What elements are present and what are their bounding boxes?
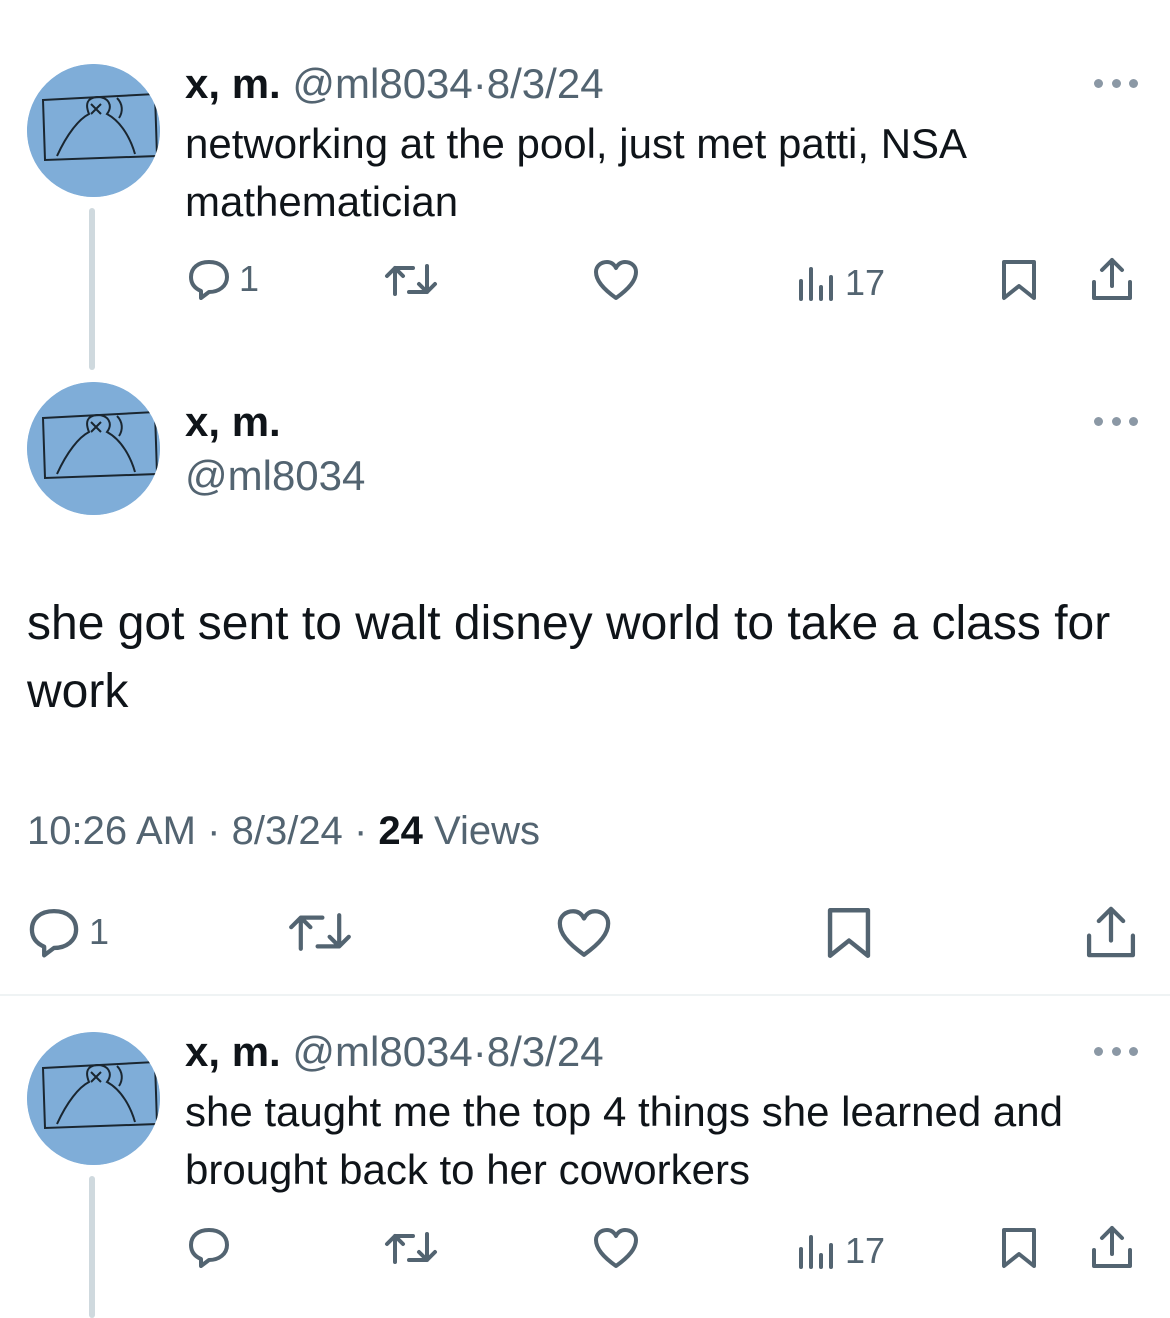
views-count: 24 xyxy=(378,809,423,853)
display-name[interactable]: x, m. xyxy=(185,60,281,107)
retweet-button[interactable] xyxy=(383,260,439,300)
tweet-header: x, m. @ml8034·8/3/24 xyxy=(185,58,604,110)
share-icon xyxy=(1086,906,1136,958)
like-icon xyxy=(594,260,638,300)
handle[interactable]: @ml8034 xyxy=(292,60,472,107)
tweet-text: she taught me the top 4 things she learn… xyxy=(185,1088,1063,1193)
share-icon xyxy=(1092,258,1132,300)
tweet-text: networking at the pool, just met patti, … xyxy=(185,120,965,225)
reply-button[interactable]: 1 xyxy=(187,258,259,300)
display-name[interactable]: x, m. xyxy=(185,1028,281,1075)
views-button[interactable]: 17 xyxy=(797,262,885,304)
display-name[interactable]: x, m. xyxy=(185,398,281,445)
tweet-metadata: 10:26 AM · 8/3/24 · 24 Views xyxy=(27,805,540,857)
like-button[interactable] xyxy=(592,1226,640,1270)
separator: · xyxy=(472,1028,487,1075)
reply-button[interactable] xyxy=(187,1226,231,1268)
more-icon[interactable] xyxy=(1094,76,1138,90)
avatar[interactable] xyxy=(27,64,160,197)
share-button[interactable] xyxy=(1084,904,1138,960)
reply-count: 1 xyxy=(239,258,260,299)
reply-icon xyxy=(189,260,229,300)
handle[interactable]: @ml8034 xyxy=(292,1028,472,1075)
bookmark-button[interactable] xyxy=(1000,258,1038,302)
views-icon xyxy=(799,267,833,301)
tweet-time[interactable]: 10:26 AM xyxy=(27,809,196,853)
share-button[interactable] xyxy=(1090,1224,1134,1270)
tweet-text: she got sent to walt disney world to tak… xyxy=(27,597,1111,718)
retweet-icon xyxy=(289,913,351,951)
avatar[interactable] xyxy=(27,382,160,515)
retweet-button[interactable] xyxy=(383,1228,439,1268)
thread-line xyxy=(89,208,95,370)
views-icon xyxy=(799,1235,833,1269)
views-count: 17 xyxy=(845,1230,886,1271)
reply-count: 1 xyxy=(89,911,110,952)
bookmark-button[interactable] xyxy=(1000,1226,1038,1270)
bookmark-icon xyxy=(1002,260,1036,300)
more-icon[interactable] xyxy=(1094,414,1138,428)
separator: · xyxy=(207,809,221,853)
tweet-date[interactable]: 8/3/24 xyxy=(232,809,343,853)
thread-line xyxy=(89,1176,95,1318)
tweet-date[interactable]: 8/3/24 xyxy=(487,60,604,107)
share-icon xyxy=(1092,1226,1132,1268)
like-button[interactable] xyxy=(555,906,613,960)
bookmark-icon xyxy=(827,908,871,958)
tweet-date[interactable]: 8/3/24 xyxy=(487,1028,604,1075)
retweet-icon xyxy=(385,1232,437,1264)
reply-icon xyxy=(29,908,79,958)
avatar[interactable] xyxy=(27,1032,160,1165)
bookmark-icon xyxy=(1002,1228,1036,1268)
like-button[interactable] xyxy=(592,258,640,302)
separator: · xyxy=(472,60,487,107)
bookmark-button[interactable] xyxy=(825,904,873,962)
like-icon xyxy=(557,909,611,957)
views-label: Views xyxy=(434,809,540,853)
separator: · xyxy=(353,809,368,853)
reply-button[interactable]: 1 xyxy=(27,906,109,958)
display-name-line: x, m. xyxy=(185,396,281,448)
like-icon xyxy=(594,1228,638,1268)
handle[interactable]: @ml8034 xyxy=(185,450,365,502)
divider xyxy=(0,994,1170,996)
reply-icon xyxy=(189,1228,229,1268)
share-button[interactable] xyxy=(1090,256,1134,302)
views-count: 17 xyxy=(845,262,886,303)
more-icon[interactable] xyxy=(1094,1044,1138,1058)
retweet-button[interactable] xyxy=(286,908,354,956)
views-button[interactable]: 17 xyxy=(797,1230,885,1272)
retweet-icon xyxy=(385,264,437,296)
tweet-header: x, m. @ml8034·8/3/24 xyxy=(185,1026,604,1078)
